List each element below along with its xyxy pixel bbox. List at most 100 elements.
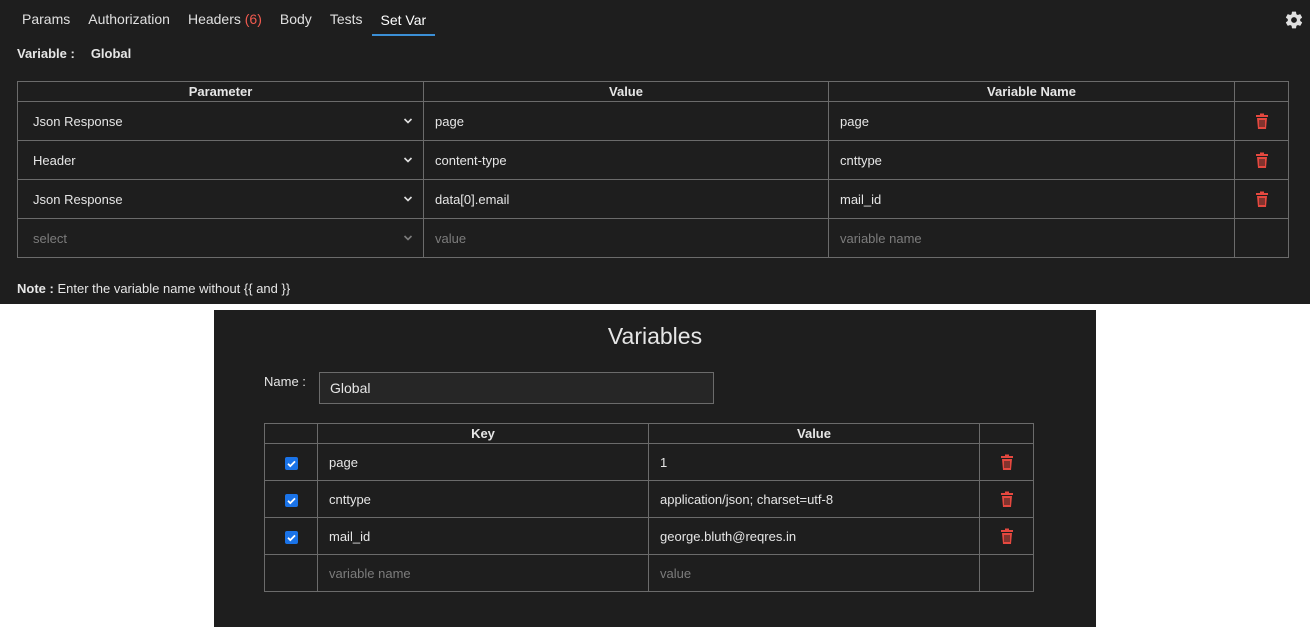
delete-button[interactable] — [1234, 140, 1289, 180]
key-field[interactable]: mail_id — [317, 517, 649, 555]
chevron-down-icon — [403, 235, 413, 241]
enabled-checkbox[interactable] — [284, 493, 298, 507]
variable-name-field[interactable]: variable name — [828, 218, 1235, 258]
variable-name-field[interactable]: page — [828, 101, 1235, 141]
variable-name-placeholder: variable name — [840, 230, 922, 246]
variables-panel: Variables Name : Key Value page 1 cnttyp… — [214, 310, 1096, 627]
set-var-table: Parameter Value Variable Name Json Respo… — [17, 81, 1289, 258]
tab-params[interactable]: Params — [13, 0, 79, 36]
enabled-cell — [264, 517, 318, 555]
variable-name-text: cnttype — [840, 152, 882, 168]
parameter-select[interactable]: Json Response — [17, 179, 424, 219]
tab-label: Params — [22, 11, 71, 27]
value-field[interactable]: value — [648, 554, 980, 592]
column-header-actions — [1234, 81, 1289, 102]
enabled-cell — [264, 480, 318, 518]
trash-icon — [1000, 491, 1013, 507]
delete-button[interactable] — [979, 480, 1034, 518]
variable-name-field[interactable]: cnttype — [828, 140, 1235, 180]
tab-label: Tests — [329, 11, 363, 27]
parameter-select[interactable]: select — [17, 218, 424, 258]
enabled-checkbox[interactable] — [284, 530, 298, 544]
key-placeholder: variable name — [329, 565, 411, 581]
note: Note : Enter the variable name without {… — [17, 281, 290, 296]
checkbox-checked-icon — [286, 497, 296, 504]
headers-count-badge: (6) — [244, 11, 262, 27]
trash-icon — [1255, 113, 1268, 129]
column-header-value: Value — [423, 81, 829, 102]
name-label: Name : — [264, 374, 306, 389]
variable-name-text: mail_id — [840, 191, 882, 207]
table-row: Header content-type cnttype — [17, 140, 1289, 180]
value-field[interactable]: 1 — [648, 443, 980, 481]
table-row-new: variable name value — [264, 554, 1034, 592]
value-field[interactable]: george.bluth@reqres.in — [648, 517, 980, 555]
column-header-key: Key — [317, 423, 649, 444]
variable-name-field[interactable]: mail_id — [828, 179, 1235, 219]
name-input[interactable] — [319, 372, 714, 404]
tab-label: Set Var — [380, 12, 427, 28]
enabled-checkbox[interactable] — [284, 456, 298, 470]
empty-checkbox-cell — [264, 554, 318, 592]
table-row: Json Response page page — [17, 101, 1289, 141]
tab-tests[interactable]: Tests — [321, 0, 372, 36]
value-text: page — [435, 113, 464, 129]
checkbox-checked-icon — [286, 460, 296, 467]
enabled-cell — [264, 443, 318, 481]
tab-body[interactable]: Body — [271, 0, 321, 36]
variables-table: Key Value page 1 cnttype application/jso… — [264, 423, 1034, 592]
tab-headers[interactable]: Headers (6) — [179, 0, 271, 36]
gear-icon[interactable] — [1284, 10, 1304, 30]
trash-icon — [1255, 152, 1268, 168]
value-text: content-type — [435, 152, 507, 168]
key-field[interactable]: page — [317, 443, 649, 481]
tab-authorization[interactable]: Authorization — [79, 0, 179, 36]
parameter-select[interactable]: Header — [17, 140, 424, 180]
value-placeholder: value — [660, 565, 692, 581]
key-field[interactable]: variable name — [317, 554, 649, 592]
table-row: page 1 — [264, 443, 1034, 481]
variable-name-text: page — [840, 113, 869, 129]
parameter-select[interactable]: Json Response — [17, 101, 424, 141]
tab-label: Authorization — [88, 11, 170, 27]
column-header-parameter: Parameter — [17, 81, 424, 102]
value-text: application/json; charset=utf-8 — [660, 491, 834, 507]
column-header-value: Value — [648, 423, 980, 444]
value-field[interactable]: content-type — [423, 140, 829, 180]
trash-icon — [1255, 191, 1268, 207]
column-header-enabled — [264, 423, 318, 444]
parameter-value: Json Response — [33, 191, 123, 207]
key-field[interactable]: cnttype — [317, 480, 649, 518]
checkbox-checked-icon — [286, 534, 296, 541]
delete-button[interactable] — [1234, 179, 1289, 219]
tab-label: Body — [279, 11, 312, 27]
tab-label: Headers — [187, 11, 241, 27]
value-field[interactable]: value — [423, 218, 829, 258]
column-header-variable-name: Variable Name — [828, 81, 1235, 102]
empty-action-cell — [1234, 218, 1289, 258]
delete-button[interactable] — [1234, 101, 1289, 141]
column-header-actions — [979, 423, 1034, 444]
panel-title: Variables — [607, 323, 703, 349]
trash-icon — [1000, 528, 1013, 544]
set-var-panel: Params Authorization Headers (6) Body Te… — [0, 0, 1310, 304]
value-text: george.bluth@reqres.in — [660, 528, 797, 544]
value-field[interactable]: application/json; charset=utf-8 — [648, 480, 980, 518]
table-row: Json Response data[0].email mail_id — [17, 179, 1289, 219]
note-text: Enter the variable name without {{ and }… — [53, 281, 291, 296]
request-tabs: Params Authorization Headers (6) Body Te… — [13, 0, 436, 36]
value-text: 1 — [660, 454, 668, 470]
variable-scope-value: Global — [90, 46, 132, 61]
chevron-down-icon — [403, 157, 413, 163]
value-field[interactable]: data[0].email — [423, 179, 829, 219]
tab-set-var[interactable]: Set Var — [371, 0, 436, 36]
table-row-new: select value variable name — [17, 218, 1289, 258]
delete-button[interactable] — [979, 517, 1034, 555]
parameter-value: Header — [33, 152, 76, 168]
delete-button[interactable] — [979, 443, 1034, 481]
table-row: cnttype application/json; charset=utf-8 — [264, 480, 1034, 518]
chevron-down-icon — [403, 118, 413, 124]
variable-scope: Variable : Global — [17, 46, 131, 61]
table-row: mail_id george.bluth@reqres.in — [264, 517, 1034, 555]
value-field[interactable]: page — [423, 101, 829, 141]
